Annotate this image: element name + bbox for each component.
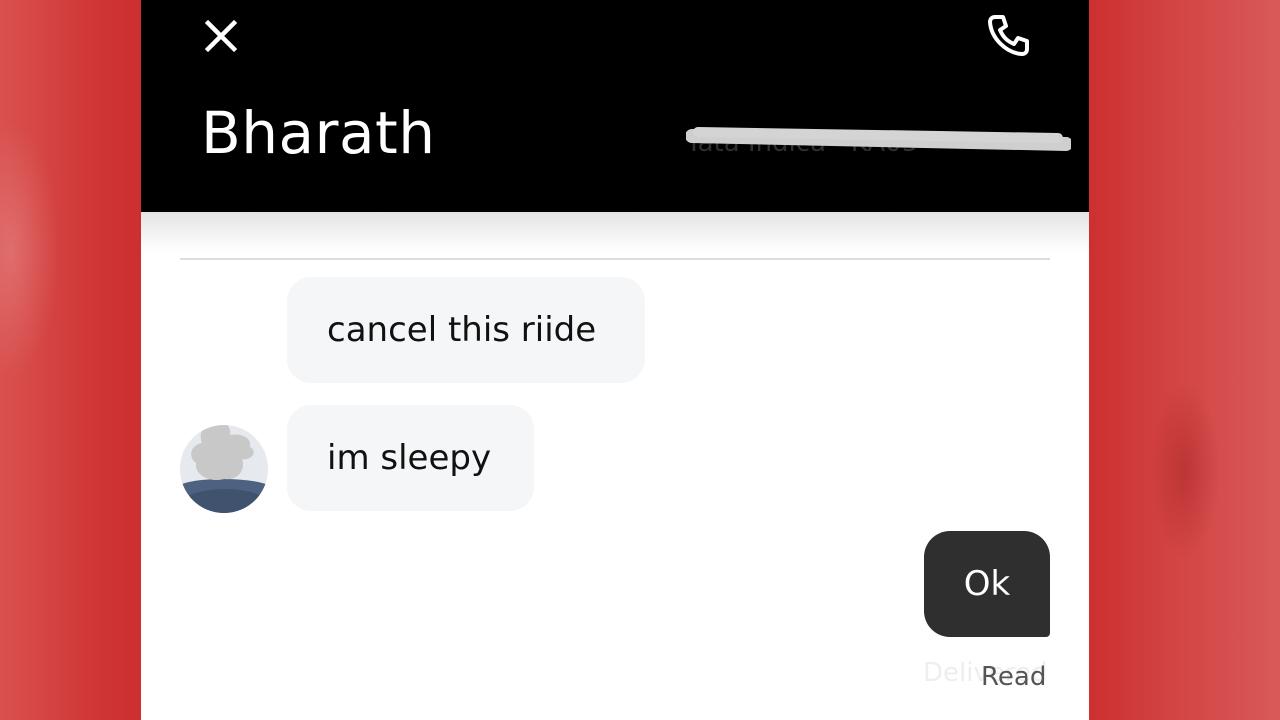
read-status: Read [981, 662, 1047, 692]
close-icon [204, 19, 238, 53]
message-text: im sleepy [327, 438, 492, 478]
redaction-scribble [686, 127, 1071, 151]
chat-header: Bharath Tata Indica · KA05 [141, 0, 1089, 212]
message-text: cancel this riide [327, 310, 597, 350]
avatar[interactable] [180, 425, 268, 513]
blurred-avatar-image [180, 425, 268, 513]
chat-screen: Bharath Tata Indica · KA05 cancel this r… [141, 0, 1089, 720]
phone-icon [988, 15, 1029, 56]
close-button[interactable] [203, 18, 239, 54]
header-shadow [141, 212, 1089, 252]
background-shine [0, 120, 60, 380]
call-button[interactable] [986, 12, 1032, 58]
message-text: Ok [963, 564, 1011, 604]
outgoing-message-bubble: Ok [924, 531, 1050, 637]
divider [180, 258, 1050, 260]
background-blob [1150, 380, 1220, 560]
incoming-message-bubble: im sleepy [287, 405, 534, 511]
contact-name: Bharath [201, 99, 436, 167]
incoming-message-bubble: cancel this riide [287, 277, 645, 383]
